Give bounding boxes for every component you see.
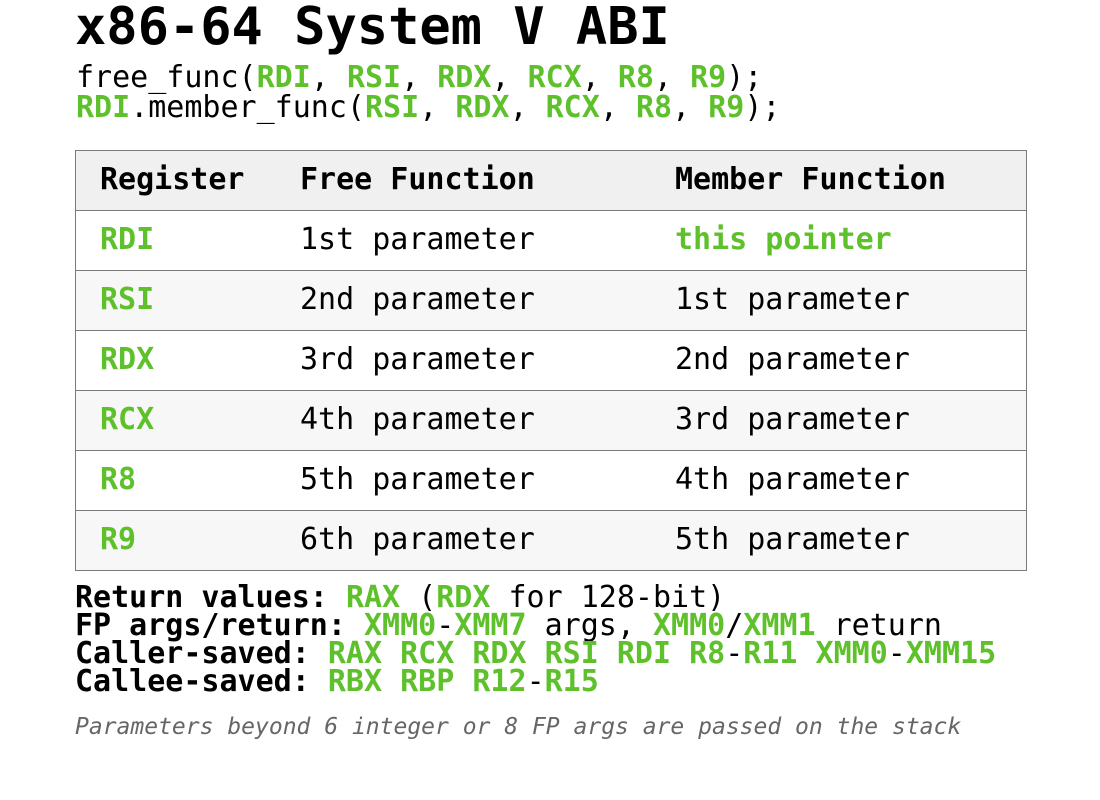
free-function-cell: 6th parameter: [300, 522, 535, 557]
member-function-signature: RDI.member_func(RSI, RDX, RCX, R8, R9);: [76, 93, 780, 123]
note-text: -: [526, 664, 545, 699]
table-row: RSI 2nd parameter 1st parameter: [76, 271, 1026, 331]
register-name: RCX: [545, 90, 600, 125]
register-name: XMM15: [905, 636, 997, 671]
free-function-cell: 4th parameter: [300, 402, 535, 437]
member-function-cell: 2nd parameter: [675, 342, 910, 377]
page-title: x86-64 System V ABI: [75, 0, 670, 57]
free-function-cell: 5th parameter: [300, 462, 535, 497]
member-function-cell: 1st parameter: [675, 282, 910, 317]
register-cell: RCX: [100, 402, 155, 437]
member-function-cell: 3rd parameter: [675, 402, 910, 437]
column-header-free-function: Free Function: [300, 162, 535, 197]
table-row: R9 6th parameter 5th parameter: [76, 511, 1026, 571]
register-list: R11 XMM0: [743, 636, 888, 671]
register-name: RDI: [76, 90, 131, 125]
table-row: RDX 3rd parameter 2nd parameter: [76, 331, 1026, 391]
table-row: RCX 4th parameter 3rd parameter: [76, 391, 1026, 451]
member-function-cell: 4th parameter: [675, 462, 910, 497]
register-list: RBX RBP R12: [327, 664, 527, 699]
register-name: R15: [544, 664, 599, 699]
footer-note: Parameters beyond 6 integer or 8 FP args…: [75, 714, 962, 740]
register-cell: R9: [100, 522, 137, 557]
column-header-register: Register: [100, 162, 245, 197]
member-function-cell: 5th parameter: [675, 522, 910, 557]
table-row: RDI 1st parameter this pointer: [76, 211, 1026, 271]
register-name: RSI: [365, 90, 420, 125]
free-function-signature: free_func(RDI, RSI, RDX, RCX, R8, R9);: [76, 63, 762, 93]
separator: ,: [419, 90, 456, 125]
function-name: .member_func(: [130, 90, 365, 125]
register-cell: RDX: [100, 342, 155, 377]
register-name: R8: [635, 90, 673, 125]
separator: ,: [599, 90, 636, 125]
free-function-cell: 1st parameter: [300, 222, 535, 257]
free-function-cell: 3rd parameter: [300, 342, 535, 377]
table-row: R8 5th parameter 4th parameter: [76, 451, 1026, 511]
register-cell: RDI: [100, 222, 155, 257]
register-name: R9: [708, 90, 745, 125]
column-header-member-function: Member Function: [675, 162, 946, 197]
note-text: -: [887, 636, 906, 671]
table-header-row: Register Free Function Member Function: [76, 151, 1026, 211]
separator: ,: [509, 90, 546, 125]
signature-end: );: [744, 90, 781, 125]
note-text: -: [725, 636, 744, 671]
member-function-cell: this pointer: [675, 222, 892, 257]
register-cell: R8: [100, 462, 137, 497]
register-table: Register Free Function Member Function R…: [75, 150, 1027, 571]
register-notes: Return values: RAX (RDX for 128-bit) FP …: [75, 583, 997, 697]
register-name: RDX: [455, 90, 510, 125]
free-function-cell: 2nd parameter: [300, 282, 535, 317]
note-label: Callee-saved:: [75, 664, 310, 699]
callee-saved-note: Callee-saved: RBX RBP R12-R15: [75, 667, 996, 697]
register-cell: RSI: [100, 282, 155, 317]
separator: ,: [672, 90, 709, 125]
